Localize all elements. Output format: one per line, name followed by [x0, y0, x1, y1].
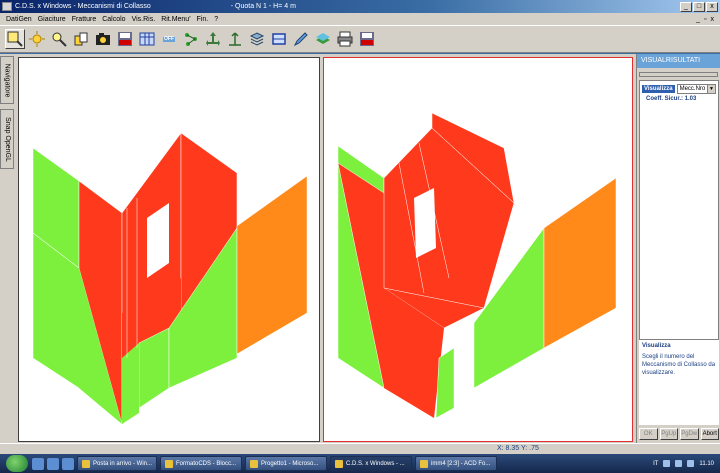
mdi-restore-button[interactable]: ▫	[704, 16, 706, 23]
panel-title: VISUALRISULTATI	[637, 54, 720, 68]
task-cds[interactable]: C.D.S. x Windows - ...	[330, 456, 412, 471]
print-icon[interactable]	[335, 29, 355, 49]
menu-ritmenu[interactable]: Rit.Menu'	[161, 16, 190, 23]
axes-icon[interactable]	[225, 29, 245, 49]
menu-calcolo[interactable]: Calcolo	[102, 16, 125, 23]
menu-giaciture[interactable]: Giaciture	[38, 16, 66, 23]
panel-collapse-bar[interactable]	[639, 72, 718, 77]
left-tab-strip: Navigatore Snap OpenGL	[0, 54, 14, 454]
title-bar: C.D.S. x Windows - Meccanismi di Collass…	[0, 0, 720, 13]
pgdw-button[interactable]: PgDw	[680, 428, 699, 440]
panel-buttons: OK PgUp PgDw Abort	[639, 428, 719, 440]
visualizza-label: Visualizza	[642, 85, 675, 93]
work-area	[14, 54, 636, 443]
save-bmp-icon[interactable]	[115, 29, 135, 49]
table-off-icon[interactable]	[137, 29, 157, 49]
quota-label: - Quota N 1 - H= 4 m	[230, 3, 296, 10]
zoom-window-icon[interactable]	[5, 29, 25, 49]
tab-navigatore[interactable]: Navigatore	[0, 56, 14, 104]
task-acd-label: imm4 [2:3] - ACD Fo...	[431, 460, 491, 467]
pan-icon[interactable]	[203, 29, 223, 49]
help-title: Visualizza	[642, 343, 671, 349]
taskbar: Posta in arrivo - Win... FormatoCDS - Bl…	[0, 454, 720, 473]
rotate-icon[interactable]	[71, 29, 91, 49]
coordinates-readout: X: 8.35 Y: .75	[497, 445, 539, 452]
task-outlook-label: Posta in arrivo - Win...	[93, 460, 153, 467]
view-mechanism[interactable]	[323, 57, 633, 442]
frame-icon[interactable]	[269, 29, 289, 49]
app-window: C.D.S. x Windows - Meccanismi di Collass…	[0, 0, 720, 473]
mechanism-select-value: Mecc.Nro 2	[679, 86, 711, 92]
mdi-close-button[interactable]: x	[711, 16, 715, 23]
clock[interactable]: 11.10	[699, 461, 714, 467]
language-indicator[interactable]: IT	[653, 461, 658, 467]
tab-snap-opengl-label: Snap OpenGL	[3, 116, 11, 162]
help-text: Scegli il numero del Meccanismo di Colla…	[642, 354, 716, 376]
vb-icon	[250, 459, 258, 468]
network-icon[interactable]	[663, 460, 671, 467]
mdi-minimize-button[interactable]: _	[696, 16, 700, 23]
save-bmp-2-icon[interactable]	[357, 29, 377, 49]
view-undeformed[interactable]	[18, 57, 320, 442]
stack-icon[interactable]	[247, 29, 267, 49]
task-notepad-label: FormatoCDS - Blocc...	[176, 460, 237, 467]
menu-visris[interactable]: Vis.Ris.	[132, 16, 156, 23]
task-vb[interactable]: Progetto1 - Microso...	[245, 456, 327, 471]
zoom-all-icon[interactable]	[27, 29, 47, 49]
off-icon[interactable]: OFF	[159, 29, 179, 49]
chevron-down-icon[interactable]: ▼	[707, 85, 715, 93]
task-vb-label: Progetto1 - Microso...	[261, 460, 319, 467]
tab-snap-opengl[interactable]: Snap OpenGL	[0, 109, 14, 169]
maximize-button[interactable]: □	[693, 1, 705, 12]
tab-navigatore-label: Navigatore	[3, 63, 11, 97]
ok-button[interactable]: OK	[639, 428, 658, 440]
task-outlook[interactable]: Posta in arrivo - Win...	[77, 456, 157, 471]
menu-help[interactable]: ?	[214, 16, 218, 23]
volume-icon[interactable]	[675, 460, 683, 467]
menu-datigen[interactable]: DatiGen	[6, 16, 32, 23]
start-button[interactable]	[6, 455, 28, 472]
notepad-icon	[165, 459, 173, 468]
status-bar: X: 8.35 Y: .75	[0, 443, 720, 454]
nodes-icon[interactable]	[181, 29, 201, 49]
acd-icon	[420, 459, 428, 468]
app-icon	[2, 2, 12, 11]
model-3d-mechanism	[337, 112, 617, 419]
mechanism-select[interactable]: Mecc.Nro 2 ▼	[676, 84, 716, 94]
results-list: Visualizza Mecc.Nro 2 ▼ Coeff. Sicur.: 1…	[639, 80, 719, 377]
task-cds-label: C.D.S. x Windows - ...	[346, 460, 405, 467]
task-notepad[interactable]: FormatoCDS - Blocc...	[160, 456, 242, 471]
mail-icon	[82, 459, 90, 468]
layers-icon[interactable]	[313, 29, 333, 49]
camera-icon[interactable]	[93, 29, 113, 49]
help-box: Visualizza Scegli il numero del Meccanis…	[639, 339, 719, 425]
zoom-icon[interactable]	[49, 29, 69, 49]
menu-fratture[interactable]: Fratture	[72, 16, 97, 23]
model-3d-undeformed	[32, 132, 308, 425]
edit-icon[interactable]	[291, 29, 311, 49]
pgup-button[interactable]: PgUp	[659, 428, 678, 440]
abort-button[interactable]: Abort	[700, 428, 719, 440]
quicklaunch-desktop-icon[interactable]	[32, 457, 44, 470]
quicklaunch-ie-icon[interactable]	[47, 457, 59, 470]
results-panel: VISUALRISULTATI Visualizza Mecc.Nro 2 ▼ …	[636, 54, 720, 443]
window-title: C.D.S. x Windows - Meccanismi di Collass…	[15, 3, 151, 10]
menu-bar: DatiGen Giaciture Fratture Calcolo Vis.R…	[0, 13, 720, 25]
safety-coefficient: Coeff. Sicur.: 1.03	[646, 96, 697, 102]
off-badge: OFF	[163, 35, 175, 42]
task-acd[interactable]: imm4 [2:3] - ACD Fo...	[415, 456, 497, 471]
menu-fin[interactable]: Fin.	[197, 16, 209, 23]
quicklaunch-mail-icon[interactable]	[62, 457, 74, 470]
security-icon[interactable]	[687, 460, 695, 467]
close-button[interactable]: x	[706, 1, 718, 12]
system-tray: IT 11.10	[653, 460, 720, 467]
cds-icon	[335, 459, 343, 468]
toolbar: OFF	[0, 25, 720, 53]
minimize-button[interactable]: _	[680, 1, 692, 12]
